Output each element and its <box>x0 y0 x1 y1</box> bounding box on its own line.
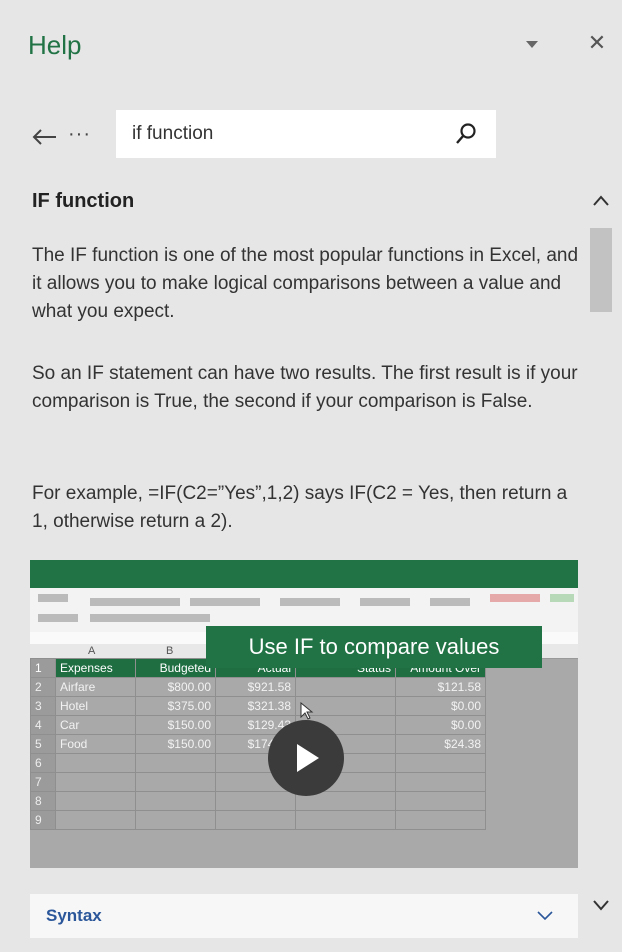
table-header-cell: Budgeted <box>135 658 216 678</box>
table-cell: Airfare <box>55 677 136 697</box>
table-row: 4 Car $150.00 $129.43 $0.00 <box>30 715 486 735</box>
article-paragraph: The IF function is one of the most popul… <box>32 245 579 322</box>
sheet-table: 1 Expenses Budgeted Actual Status Amount… <box>30 658 486 830</box>
scroll-up-icon[interactable] <box>590 192 612 210</box>
close-icon[interactable]: ✕ <box>586 32 608 54</box>
pane-title: Help <box>28 30 82 60</box>
table-row: 5 Food $150.00 $174.38 $24.38 <box>30 734 486 754</box>
article-paragraph: So an IF statement can have two results.… <box>32 363 578 412</box>
article-content: IF function The IF function is one of th… <box>14 168 586 880</box>
mouse-cursor-icon <box>300 702 314 720</box>
table-cell: Hotel <box>55 696 136 716</box>
table-cell: $121.58 <box>395 677 486 697</box>
column-letter: A <box>88 645 96 657</box>
table-cell: $0.00 <box>395 715 486 735</box>
video-thumbnail[interactable]: A B C D E F 1 Expenses Budgeted Actual S… <box>30 560 578 868</box>
table-row: 8 <box>30 791 486 811</box>
table-row: 7 <box>30 772 486 792</box>
table-cell: Car <box>55 715 136 735</box>
table-cell <box>295 677 396 697</box>
table-cell: Food <box>55 734 136 754</box>
table-cell: $24.38 <box>395 734 486 754</box>
article-title: IF function <box>32 190 135 212</box>
vertical-scrollbar[interactable] <box>588 174 616 934</box>
search-icon[interactable] <box>454 122 478 146</box>
pane-options-dropdown-icon[interactable] <box>520 36 544 52</box>
table-cell: $800.00 <box>135 677 216 697</box>
table-cell: $375.00 <box>135 696 216 716</box>
scrollbar-thumb[interactable] <box>590 228 612 312</box>
more-options-button[interactable]: ··· <box>68 120 102 148</box>
article-paragraph: For example, =IF(C2=”Yes”,1,2) says IF(C… <box>32 483 568 532</box>
play-icon[interactable] <box>268 720 344 796</box>
chevron-down-icon[interactable] <box>536 908 554 922</box>
search-input[interactable] <box>132 110 452 158</box>
search-box <box>116 110 496 158</box>
table-header-cell: Expenses <box>55 658 136 678</box>
column-letter: B <box>166 645 174 657</box>
excel-ribbon-tabs <box>30 560 578 588</box>
syntax-label: Syntax <box>46 906 102 925</box>
table-row: 2 Airfare $800.00 $921.58 $121.58 <box>30 677 486 697</box>
scroll-down-icon[interactable] <box>590 896 612 914</box>
back-arrow-icon[interactable] <box>30 126 58 148</box>
table-cell: $150.00 <box>135 734 216 754</box>
table-row: 9 <box>30 810 486 830</box>
video-caption: Use IF to compare values <box>206 626 542 668</box>
syntax-section[interactable]: Syntax <box>30 894 578 938</box>
table-row: 3 Hotel $375.00 $321.38 $0.00 <box>30 696 486 716</box>
table-cell: $321.38 <box>215 696 296 716</box>
table-cell: $0.00 <box>395 696 486 716</box>
table-row: 6 <box>30 753 486 773</box>
table-cell: $150.00 <box>135 715 216 735</box>
table-cell: $921.58 <box>215 677 296 697</box>
